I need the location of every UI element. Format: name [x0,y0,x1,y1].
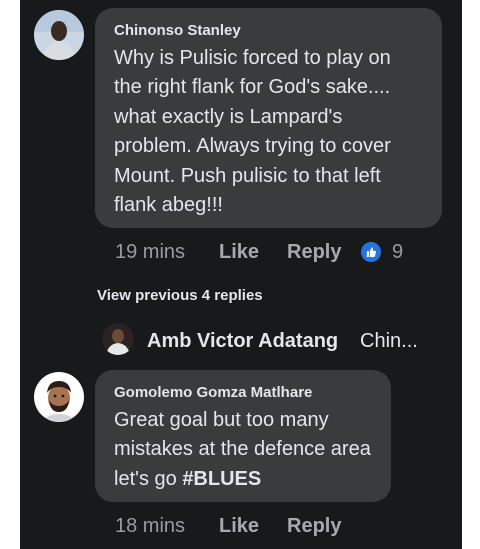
comment-text-line: the right flank for God's sake.... [114,76,391,99]
comment-text-line: problem. Always trying to cover [114,135,391,158]
comment-timestamp[interactable]: 19 mins [115,241,185,264]
comment-text-line: Great goal but too many [114,409,329,431]
comment-text-prefix: let's go [114,467,183,490]
comment-author[interactable]: Gomolemo Gomza Matlhare [114,384,312,401]
commenter-avatar[interactable] [34,10,84,60]
thumbs-up-icon[interactable] [359,240,383,264]
person-avatar-icon [34,10,84,60]
comment-text-line: what exactly is Lampard's [114,105,343,128]
view-previous-replies-link[interactable]: View previous 4 replies [97,287,263,304]
comment-timestamp[interactable]: 18 mins [115,515,185,538]
like-button[interactable]: Like [219,241,259,264]
commenter-avatar[interactable] [34,372,84,422]
comment-text-line: Mount. Push pulisic to that left [114,164,381,187]
comment-text: Why is Pulisic forced to play on the rig… [114,44,391,220]
comment-text-line: let's go #BLUES [114,465,371,494]
reply-snippet[interactable]: Chin... [360,330,418,353]
reply-avatar[interactable] [102,323,134,355]
comment-bubble: Gomolemo Gomza Matlhare Great goal but t… [95,370,391,502]
comment-text-line: Why is Pulisic forced to play on [114,47,391,69]
comment-author[interactable]: Chinonso Stanley [114,22,241,39]
comment-text: Great goal but too many mistakes at the … [114,406,371,494]
reply-button[interactable]: Reply [287,241,341,264]
like-button[interactable]: Like [219,515,259,538]
comment-text-line: mistakes at the defence area [114,438,371,461]
comments-panel: Chinonso Stanley Why is Pulisic forced t… [20,0,462,549]
hashtag-link[interactable]: #BLUES [182,468,261,490]
reply-button[interactable]: Reply [287,515,341,538]
bitmoji-avatar-icon [34,372,84,422]
comment-bubble: Chinonso Stanley Why is Pulisic forced t… [95,8,442,228]
reaction-count[interactable]: 9 [392,241,403,264]
comment-text-line: flank abeg!!! [114,194,223,217]
person-avatar-icon [102,323,134,355]
reply-author[interactable]: Amb Victor Adatang [147,330,338,353]
